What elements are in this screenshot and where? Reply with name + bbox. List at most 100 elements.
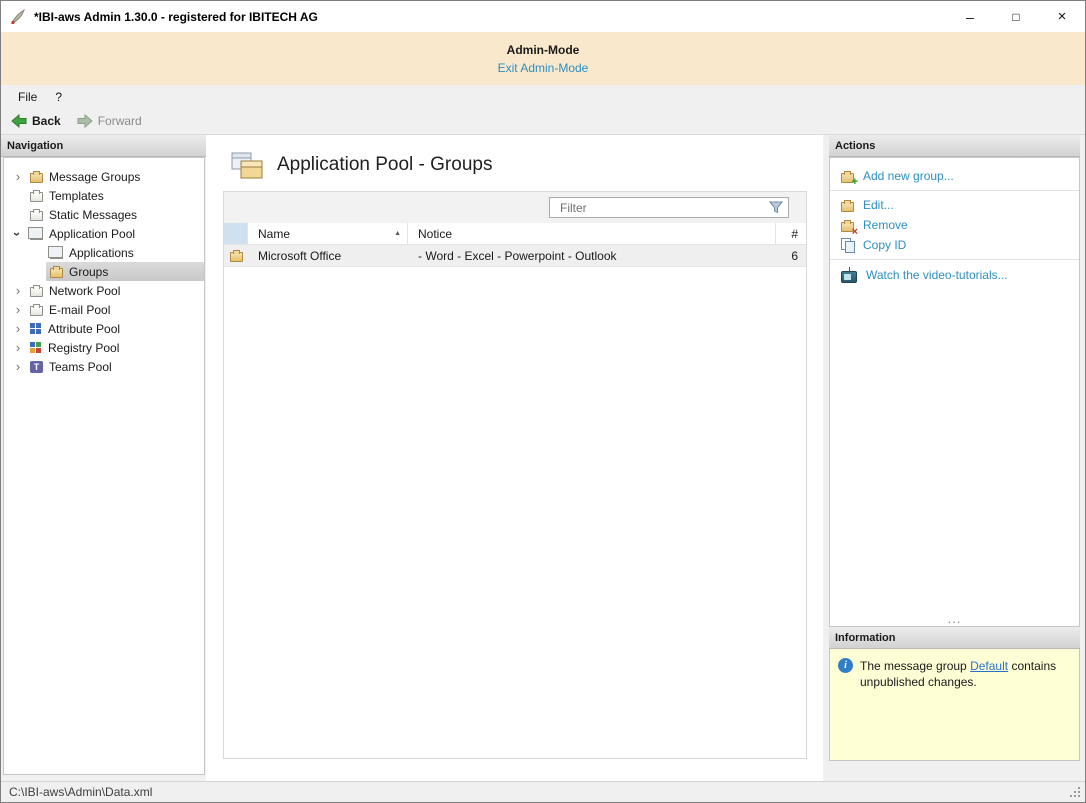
icon-column-header[interactable] [224, 223, 248, 244]
separator [830, 190, 1079, 191]
groups-icon [50, 268, 63, 278]
default-group-link[interactable]: Default [970, 659, 1008, 673]
sidebar-item-teams-pool[interactable]: › Teams Pool [4, 357, 204, 376]
toolbar: Back Forward [1, 108, 1085, 135]
forward-arrow-icon [77, 114, 93, 128]
chevron-right-icon[interactable]: › [10, 340, 26, 356]
forward-button[interactable]: Forward [77, 114, 142, 128]
add-group-icon [841, 173, 854, 183]
status-bar: C:\IBI-aws\Admin\Data.xml [1, 781, 1085, 802]
actions-header: Actions [829, 135, 1080, 157]
information-header: Information [829, 627, 1080, 649]
navigation-tree: › Message Groups Templates [3, 157, 205, 775]
back-button[interactable]: Back [11, 114, 61, 128]
app-logo-icon [9, 8, 27, 26]
action-remove[interactable]: Remove [830, 215, 1079, 235]
sidebar-item-attribute-pool[interactable]: › Attribute Pool [4, 319, 204, 338]
sidebar-item-network-pool[interactable]: › Network Pool [4, 281, 204, 300]
chevron-spacer [30, 245, 46, 261]
message-groups-icon [30, 173, 43, 183]
statusbar-path: C:\IBI-aws\Admin\Data.xml [9, 785, 152, 799]
sidebar-item-groups[interactable]: Groups [4, 262, 204, 281]
minimize-button[interactable]: – [947, 1, 993, 32]
menu-file[interactable]: File [9, 88, 46, 106]
sidebar-item-static-messages[interactable]: Static Messages [4, 205, 204, 224]
chevron-right-icon[interactable]: › [10, 321, 26, 337]
filter-icon[interactable] [769, 201, 783, 214]
sidebar-item-applications[interactable]: Applications [4, 243, 204, 262]
sidebar-item-email-pool[interactable]: › E-mail Pool [4, 300, 204, 319]
chevron-spacer [10, 207, 26, 223]
video-tutorials-icon [841, 271, 857, 283]
registry-pool-icon [30, 342, 42, 354]
window-title: *IBI-aws Admin 1.30.0 - registered for I… [34, 10, 947, 24]
groups-page-icon [228, 149, 264, 181]
navigation-header: Navigation [1, 135, 206, 157]
table-row[interactable]: Microsoft Office - Word - Excel - Powerp… [224, 245, 806, 267]
chevron-right-icon[interactable]: › [10, 359, 26, 375]
action-edit[interactable]: Edit... [830, 195, 1079, 215]
row-notice: - Word - Excel - Powerpoint - Outlook [408, 245, 776, 266]
sidebar-item-registry-pool[interactable]: › Registry Pool [4, 338, 204, 357]
row-count: 6 [776, 245, 806, 266]
chevron-right-icon[interactable]: › [10, 169, 26, 185]
network-pool-icon [30, 287, 43, 297]
admin-mode-title: Admin-Mode [507, 43, 580, 57]
navigation-column: Navigation › Message Groups Templates [1, 135, 206, 781]
chevron-right-icon[interactable]: › [10, 302, 26, 318]
information-text: The message group Default contains unpub… [860, 658, 1071, 690]
chevron-spacer [30, 264, 46, 280]
row-name: Microsoft Office [248, 245, 408, 266]
sidebar-item-message-groups[interactable]: › Message Groups [4, 167, 204, 186]
forward-label: Forward [98, 114, 142, 128]
applications-icon [50, 249, 63, 259]
menu-help[interactable]: ? [46, 88, 71, 106]
page-title-row: Application Pool - Groups [206, 135, 823, 191]
teams-pool-icon [30, 361, 43, 373]
admin-mode-banner: Admin-Mode Exit Admin-Mode [1, 32, 1085, 85]
menu-bar: File ? [1, 85, 1085, 108]
filter-field[interactable] [549, 197, 789, 218]
actions-splitter[interactable]: ... [830, 614, 1079, 623]
groups-table: Name ▲ Notice # Microsoft Office - Word … [223, 191, 807, 759]
email-pool-icon [30, 306, 43, 316]
attribute-pool-icon [30, 323, 42, 335]
maximize-button[interactable]: □ [993, 1, 1039, 32]
remove-group-icon [841, 222, 854, 232]
action-add-new-group[interactable]: Add new group... [830, 166, 1079, 186]
table-header: Name ▲ Notice # [224, 223, 806, 245]
filter-input[interactable] [560, 201, 769, 215]
chevron-down-icon[interactable]: › [10, 226, 26, 242]
group-row-icon [230, 252, 243, 262]
sidebar-item-templates[interactable]: Templates [4, 186, 204, 205]
templates-icon [30, 192, 43, 202]
chevron-spacer [10, 188, 26, 204]
action-watch-video-tutorials[interactable]: Watch the video-tutorials... [830, 264, 1079, 286]
title-bar: *IBI-aws Admin 1.30.0 - registered for I… [1, 1, 1085, 32]
count-column-header[interactable]: # [776, 223, 806, 244]
information-panel: i The message group Default contains unp… [829, 649, 1080, 761]
back-arrow-icon [11, 114, 27, 128]
back-label: Back [32, 114, 61, 128]
application-pool-icon [30, 230, 43, 240]
chevron-right-icon[interactable]: › [10, 283, 26, 299]
content-area: Application Pool - Groups Name ▲ [206, 135, 823, 781]
name-column-header[interactable]: Name ▲ [248, 223, 408, 244]
edit-group-icon [841, 202, 854, 212]
sidebar-item-application-pool[interactable]: › Application Pool [4, 224, 204, 243]
filter-row [224, 192, 806, 223]
sort-ascending-icon: ▲ [394, 230, 401, 237]
exit-admin-mode-link[interactable]: Exit Admin-Mode [498, 61, 589, 75]
window-controls: – □ × [947, 1, 1085, 32]
separator [830, 259, 1079, 260]
actions-panel: Add new group... Edit... Remove Copy ID [829, 157, 1080, 627]
main-area: Navigation › Message Groups Templates [1, 135, 1085, 781]
notice-column-header[interactable]: Notice [408, 223, 776, 244]
resize-grip-icon[interactable] [1069, 786, 1081, 798]
action-copy-id[interactable]: Copy ID [830, 235, 1079, 255]
right-column: Actions Add new group... Edit... Remove [826, 135, 1085, 781]
app-window: *IBI-aws Admin 1.30.0 - registered for I… [0, 0, 1086, 803]
close-button[interactable]: × [1039, 1, 1085, 32]
static-messages-icon [30, 211, 43, 221]
page-title: Application Pool - Groups [277, 154, 492, 176]
